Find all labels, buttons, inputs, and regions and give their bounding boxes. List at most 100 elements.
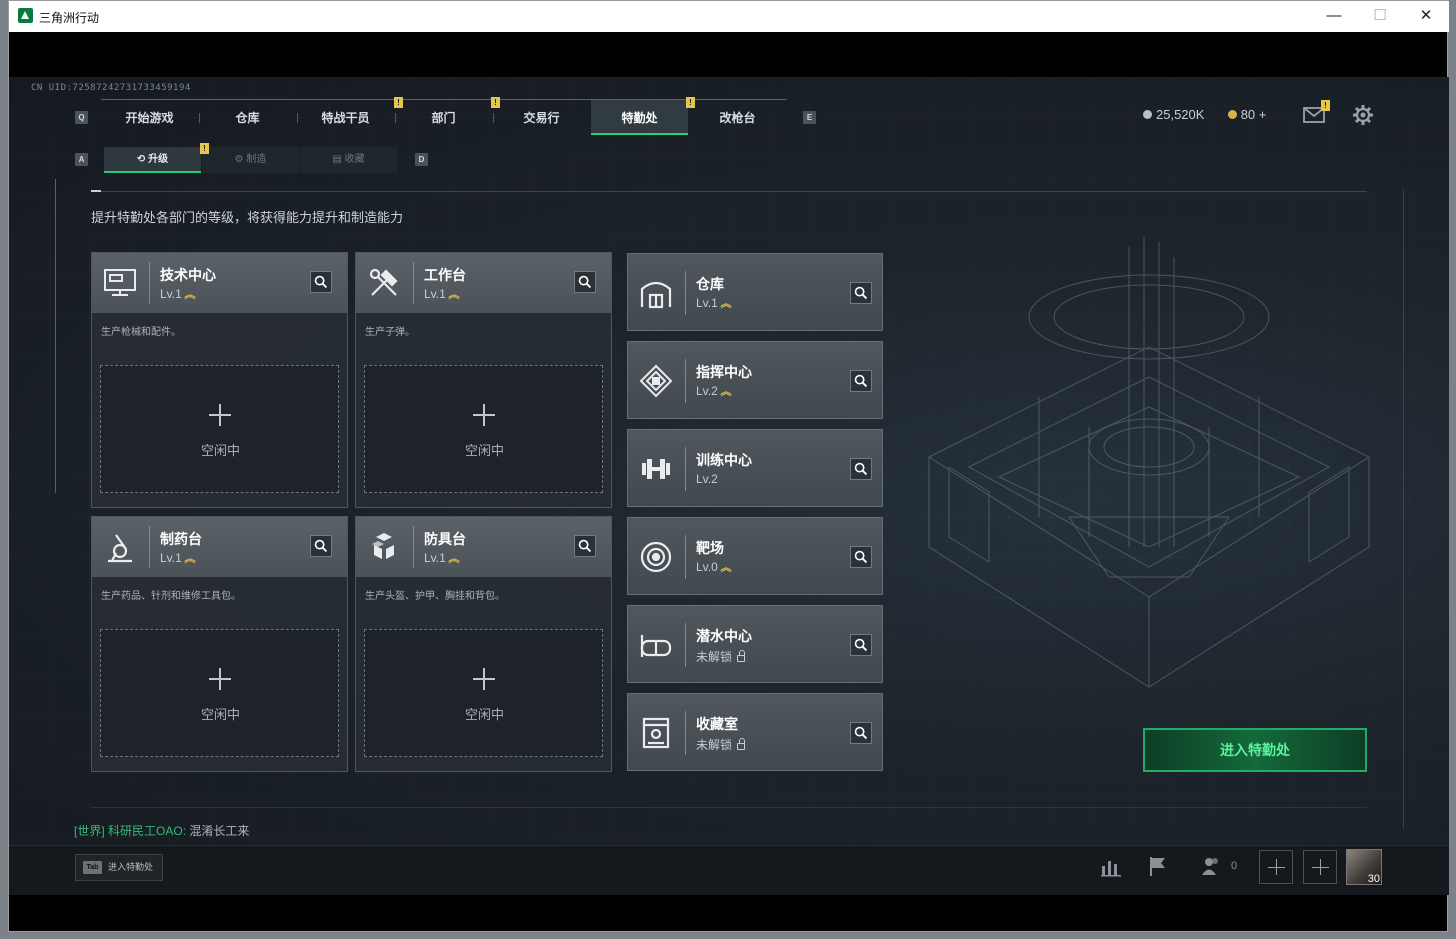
header-divider <box>149 262 150 304</box>
card-description: 生产子弹。 <box>365 327 415 338</box>
player-uid: CN UID:72587242731733459194 <box>31 83 191 93</box>
lock-icon <box>737 650 746 662</box>
stats-chart-icon[interactable] <box>1099 854 1123 878</box>
tab-special-ops[interactable]: 特勤处 <box>591 100 688 135</box>
search-icon[interactable] <box>850 370 872 392</box>
collection-icon: ▤ <box>332 154 345 165</box>
bond-amount[interactable]: 80 + <box>1241 107 1267 122</box>
level-text: Lv.1 <box>424 551 446 565</box>
search-icon[interactable] <box>850 282 872 304</box>
level-text: Lv.0 <box>696 560 718 574</box>
add-teammate-button[interactable] <box>1303 850 1337 884</box>
subtab-upgrade-label: 升级 <box>148 154 169 165</box>
player-avatar[interactable]: 30 <box>1346 849 1382 885</box>
subnav-prev-key[interactable]: A <box>75 153 88 166</box>
facility-row-diving-center[interactable]: 潜水中心 未解锁 <box>627 605 883 683</box>
tab-hint-label: 进入特勤处 <box>108 862 154 872</box>
search-icon[interactable] <box>850 722 872 744</box>
minimize-button[interactable]: — <box>1311 1 1357 32</box>
coin-amount: 25,520K <box>1156 107 1205 122</box>
facility-level: Lv.2 ︽ <box>696 384 731 398</box>
notification-badge: ! <box>394 97 403 108</box>
friends-icon[interactable] <box>1199 854 1223 878</box>
settings-gear-icon[interactable] <box>1352 104 1374 126</box>
production-card-armor-bench: 防具台 Lv.1 ︽ 生产头盔、护甲、胸挂和背包。 空闲中 <box>355 516 612 772</box>
card-title: 技术中心 <box>160 267 216 283</box>
tab-departments[interactable]: 部门 <box>395 100 492 135</box>
row-divider <box>685 359 686 403</box>
card-header[interactable]: 工作台 Lv.1 ︽ <box>356 253 611 313</box>
tab-gunsmith[interactable]: 改枪台 <box>689 100 786 135</box>
facility-level: 未解锁 <box>696 736 746 753</box>
header-divider <box>149 526 150 568</box>
card-level: Lv.1 ︽ <box>160 287 195 301</box>
production-slot[interactable]: 空闲中 <box>364 629 603 757</box>
subtab-upgrade[interactable]: ⟲ 升级 <box>104 147 201 173</box>
facility-row-shooting-range[interactable]: 靶场 Lv.0 ︽ <box>627 517 883 595</box>
tab-warehouse[interactable]: 仓库 <box>199 100 296 135</box>
search-icon[interactable] <box>310 535 332 557</box>
subtab-collection[interactable]: ▤ 收藏 <box>300 147 397 173</box>
upgrade-arrow-icon: ︽ <box>720 563 732 574</box>
search-icon[interactable] <box>574 535 596 557</box>
upgrade-arrow-icon: ︽ <box>184 554 196 565</box>
tab-trading[interactable]: 交易行 <box>493 100 590 135</box>
friends-online-count: 0 <box>1231 860 1238 872</box>
card-title: 防具台 <box>424 531 466 547</box>
facility-row-training-center[interactable]: 训练中心 Lv.2 <box>627 429 883 507</box>
craft-icon: ⚙ <box>234 154 247 165</box>
warehouse-icon <box>640 281 672 309</box>
flag-icon[interactable] <box>1146 854 1170 878</box>
facility-name: 训练中心 <box>696 452 752 468</box>
tab-hint-button[interactable]: Tab 进入特勤处 <box>75 854 163 881</box>
facility-name: 仓库 <box>696 276 724 292</box>
facility-level: Lv.2 <box>696 472 718 486</box>
player-level: 30 <box>1367 873 1380 885</box>
production-slot[interactable]: 空闲中 <box>100 629 339 757</box>
currency-display: 25,520K 80 + <box>1143 107 1266 122</box>
card-header[interactable]: 技术中心 Lv.1 ︽ <box>92 253 347 313</box>
page-description: 提升特勤处各部门的等级，将获得能力提升和制造能力 <box>91 210 404 225</box>
tab-key: Tab <box>83 861 102 874</box>
subnav-next-key[interactable]: D <box>415 153 428 166</box>
search-icon[interactable] <box>850 458 872 480</box>
production-slot[interactable]: 空闲中 <box>100 365 339 493</box>
bond-icon <box>1227 110 1237 119</box>
level-text: Lv.2 <box>696 472 718 486</box>
subtab-craft[interactable]: ⚙ 制造 <box>202 147 299 173</box>
app-logo-icon <box>18 8 33 23</box>
plus-icon <box>473 404 495 426</box>
header-divider <box>413 526 414 568</box>
upgrade-arrow-icon: ︽ <box>448 290 460 301</box>
tab-operators[interactable]: 特战干员 <box>297 100 394 135</box>
add-teammate-button[interactable] <box>1259 850 1293 884</box>
close-button[interactable]: ✕ <box>1403 1 1449 32</box>
facility-name: 靶场 <box>696 540 724 556</box>
facility-row-command-center[interactable]: 指挥中心 Lv.2 ︽ <box>627 341 883 419</box>
card-title: 制药台 <box>160 531 202 547</box>
search-icon[interactable] <box>850 634 872 656</box>
facility-row-collection-room[interactable]: 收藏室 未解锁 <box>627 693 883 771</box>
tab-start-game[interactable]: 开始游戏 <box>101 100 198 135</box>
notification-badge: ! <box>686 97 695 108</box>
cubes-icon <box>372 533 394 559</box>
search-icon[interactable] <box>310 271 332 293</box>
world-chat-message[interactable]: [世界] 科研民工OAO: 混淆长工来 <box>74 822 249 839</box>
nav-next-key[interactable]: E <box>803 111 816 124</box>
chat-user[interactable]: 科研民工OAO: <box>108 824 186 838</box>
card-header[interactable]: 制药台 Lv.1 ︽ <box>92 517 347 577</box>
search-icon[interactable] <box>574 271 596 293</box>
nav-prev-key[interactable]: Q <box>75 111 88 124</box>
search-icon[interactable] <box>850 546 872 568</box>
chat-channel: [世界] <box>74 824 105 838</box>
card-description: 生产药品、针剂和维修工具包。 <box>101 591 241 602</box>
maximize-button[interactable]: ☐ <box>1357 1 1403 32</box>
production-slot[interactable]: 空闲中 <box>364 365 603 493</box>
card-header[interactable]: 防具台 Lv.1 ︽ <box>356 517 611 577</box>
facility-row-warehouse[interactable]: 仓库 Lv.1 ︽ <box>627 253 883 331</box>
enter-special-ops-button[interactable]: 进入特勤处 <box>1143 728 1367 772</box>
level-text: Lv.1 <box>160 551 182 565</box>
decor-line <box>1403 189 1404 829</box>
level-text: 未解锁 <box>696 650 733 664</box>
slot-status: 空闲中 <box>464 707 504 722</box>
